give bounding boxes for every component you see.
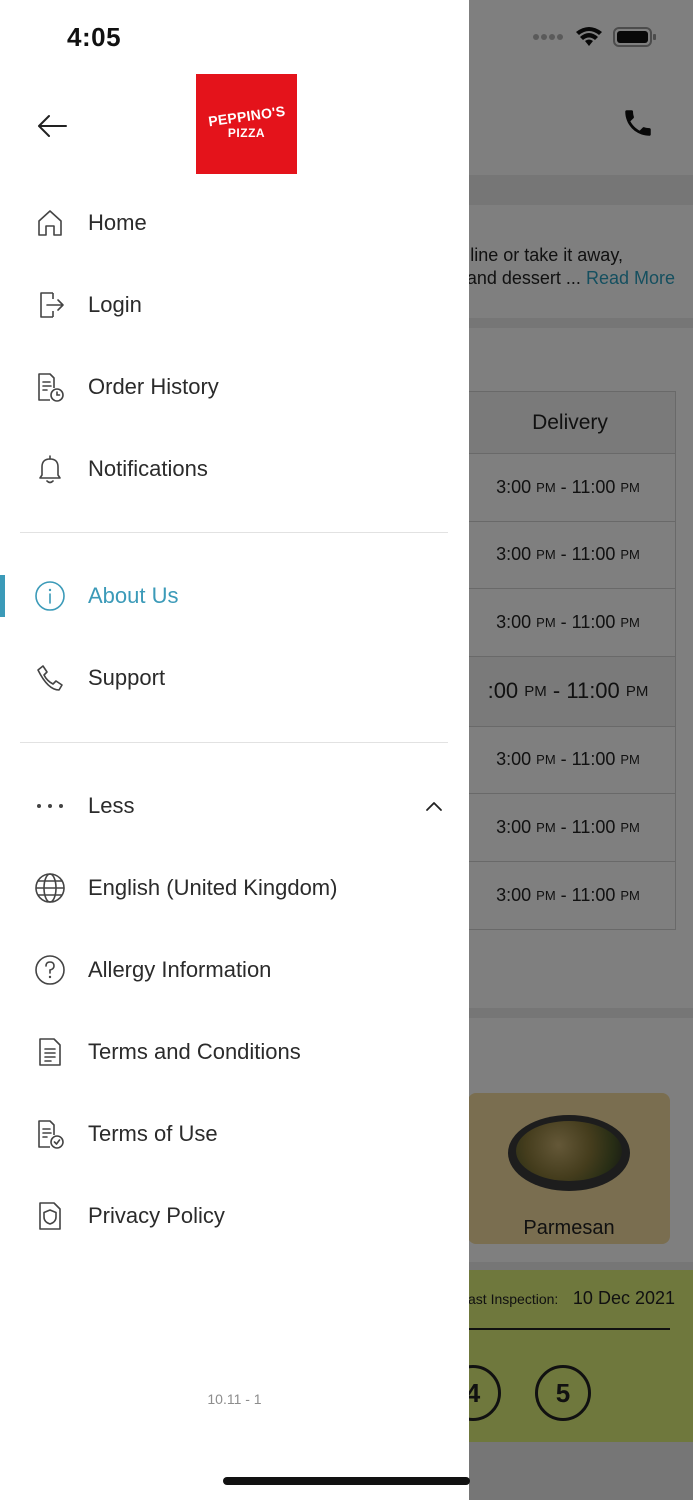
app-version: 10.11 - 1 xyxy=(207,1391,262,1407)
divider xyxy=(20,532,448,533)
menu-item-login[interactable]: Login xyxy=(0,273,469,337)
globe-icon xyxy=(32,870,68,906)
status-time: 4:05 xyxy=(67,22,122,52)
bell-icon xyxy=(32,451,68,487)
menu-item-less[interactable]: Less xyxy=(0,774,469,838)
menu-item-label: Terms of Use xyxy=(88,1121,218,1146)
divider xyxy=(20,742,448,743)
menu-item-label: Allergy Information xyxy=(88,957,272,982)
arrow-left-icon xyxy=(38,115,67,137)
back-button[interactable] xyxy=(30,106,74,146)
menu-item-label: Order History xyxy=(88,374,219,399)
more-dots-icon xyxy=(32,788,68,824)
document-check-icon xyxy=(32,1116,68,1152)
menu-item-label: Support xyxy=(88,665,166,690)
side-drawer: 4:05 PEPPINO'S PIZZA Home Login Order Hi… xyxy=(0,0,469,1500)
menu-item-allergy-information[interactable]: Allergy Information xyxy=(0,938,469,1002)
document-icon xyxy=(32,1034,68,1070)
menu-item-label: Notifications xyxy=(88,456,208,481)
menu-item-about-us[interactable]: About Us xyxy=(0,564,469,628)
shield-document-icon xyxy=(32,1198,68,1234)
menu-item-support[interactable]: Support xyxy=(0,646,469,710)
question-icon xyxy=(32,952,68,988)
menu-item-label: Login xyxy=(88,292,142,317)
menu-item-terms-of-use[interactable]: Terms of Use xyxy=(0,1102,469,1166)
phone-icon xyxy=(32,660,68,696)
menu-item-terms-and-conditions[interactable]: Terms and Conditions xyxy=(0,1020,469,1084)
menu-item-label: Home xyxy=(88,210,147,235)
menu-item-language[interactable]: English (United Kingdom) xyxy=(0,856,469,920)
menu-item-label: Terms and Conditions xyxy=(88,1039,301,1064)
home-indicator[interactable] xyxy=(223,1477,470,1485)
menu-item-label: Less xyxy=(88,793,135,818)
menu-item-label: Privacy Policy xyxy=(88,1203,225,1228)
menu-item-label: English (United Kingdom) xyxy=(88,875,338,900)
login-icon xyxy=(32,287,68,323)
menu-item-order-history[interactable]: Order History xyxy=(0,355,469,419)
menu-item-notifications[interactable]: Notifications xyxy=(0,437,469,501)
menu-item-label: About Us xyxy=(88,583,179,608)
brand-logo: PEPPINO'S PIZZA xyxy=(196,74,297,174)
info-icon xyxy=(32,578,68,614)
chevron-up-icon[interactable] xyxy=(424,796,444,816)
order-history-icon xyxy=(32,369,68,405)
menu-item-home[interactable]: Home xyxy=(0,191,469,255)
home-icon xyxy=(32,205,68,241)
menu-item-privacy-policy[interactable]: Privacy Policy xyxy=(0,1184,469,1248)
